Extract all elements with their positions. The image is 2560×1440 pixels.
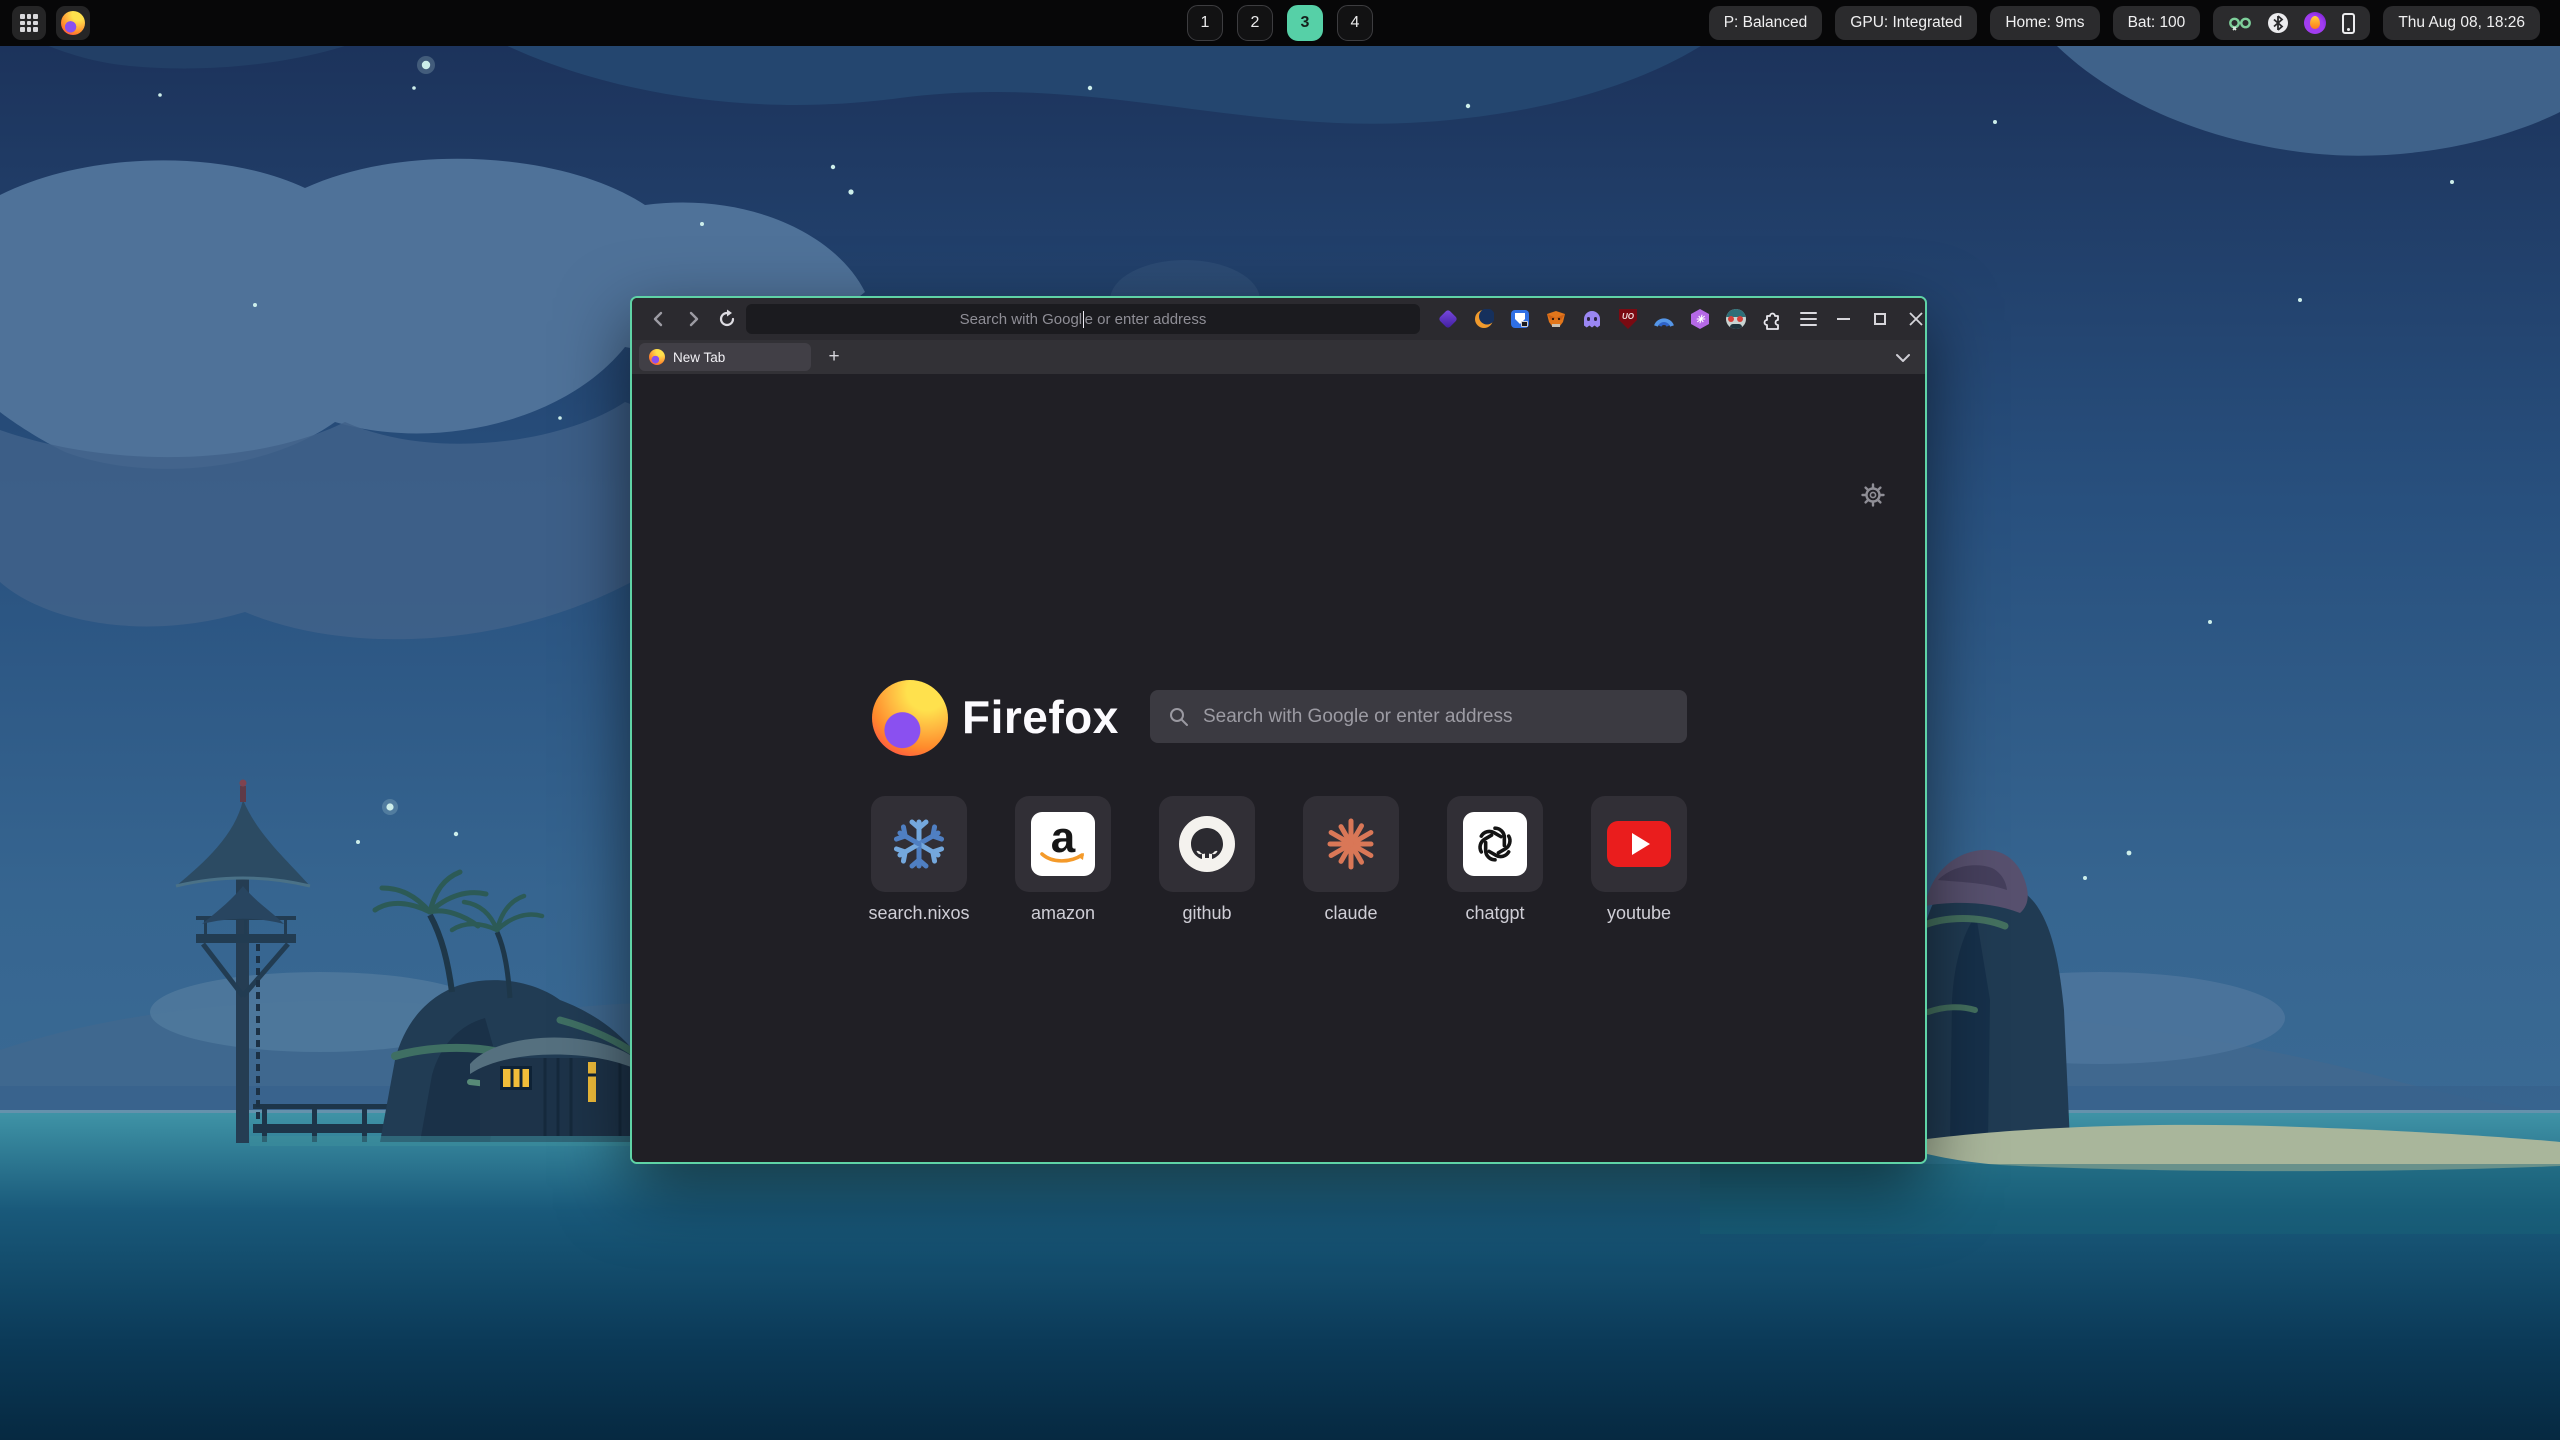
vpn-goggles-icon[interactable] <box>2228 14 2252 32</box>
firefox-launcher-button[interactable] <box>56 6 90 40</box>
firefox-window: Search with Google or enter address UO ✳ <box>630 296 1927 1164</box>
clock-chip[interactable]: Thu Aug 08, 18:26 <box>2383 6 2540 40</box>
chatgpt-icon <box>1463 812 1527 876</box>
window-controls <box>1830 298 1927 340</box>
extensions-puzzle-button[interactable] <box>1761 308 1783 330</box>
tab-favicon-firefox-icon <box>649 349 665 365</box>
vpn-arc-extension-icon[interactable] <box>1653 308 1675 330</box>
chatgpt-tile <box>1447 796 1543 892</box>
status-widgets: P: Balanced GPU: Integrated Home: 9ms Ba… <box>1709 6 2540 40</box>
amazon-smile-icon <box>1040 851 1086 867</box>
tab-title: New Tab <box>673 350 725 365</box>
shortcut-label: youtube <box>1567 903 1711 924</box>
shortcut-amazon[interactable]: a amazon <box>991 796 1135 924</box>
metamask-fox-extension-icon[interactable] <box>1545 308 1567 330</box>
search-placeholder: Search with Google or enter address <box>1203 706 1512 728</box>
tab-bar: New Tab + <box>632 340 1925 374</box>
shortcut-claude[interactable]: claude <box>1279 796 1423 924</box>
url-bar[interactable]: Search with Google or enter address <box>746 304 1420 334</box>
play-triangle-icon <box>1632 833 1650 855</box>
grid-icon <box>20 14 38 32</box>
close-button[interactable] <box>1902 306 1927 333</box>
workspace-4[interactable]: 4 <box>1337 5 1373 41</box>
ghostery-ghost-extension-icon[interactable] <box>1581 308 1603 330</box>
reload-button[interactable] <box>714 306 740 332</box>
newtab-hero: Firefox Search with Google or enter addr… <box>632 680 1925 760</box>
menu-hamburger-button[interactable] <box>1797 308 1819 330</box>
crescent-extension-icon[interactable] <box>1473 308 1495 330</box>
shortcut-chatgpt[interactable]: chatgpt <box>1423 796 1567 924</box>
shortcut-github[interactable]: github <box>1135 796 1279 924</box>
minimize-button[interactable] <box>1830 306 1857 333</box>
youtube-tile <box>1591 796 1687 892</box>
system-tray <box>2213 6 2370 40</box>
desktop: 1 2 3 4 P: Balanced GPU: Integrated Home… <box>0 0 2560 1440</box>
workspace-3-active[interactable]: 3 <box>1287 5 1323 41</box>
shortcut-label: chatgpt <box>1423 903 1567 924</box>
shortcut-label: search.nixos <box>847 903 991 924</box>
shortcut-youtube[interactable]: youtube <box>1567 796 1711 924</box>
search-icon <box>1168 706 1190 728</box>
forward-button[interactable] <box>680 306 706 332</box>
shortcut-search-nixos[interactable]: search.nixos <box>847 796 991 924</box>
firefox-logo <box>872 680 948 756</box>
urlbar-placeholder-right: e or enter address <box>1085 311 1207 328</box>
extension-toolbar: UO ✳ <box>1437 298 1819 340</box>
bitwarden-extension-icon[interactable] <box>1509 308 1531 330</box>
maximize-button[interactable] <box>1866 306 1893 333</box>
new-tab-page: Firefox Search with Google or enter addr… <box>632 374 1925 1162</box>
personalize-gear-button[interactable] <box>1860 482 1886 508</box>
workspace-switcher: 1 2 3 4 <box>1187 5 1373 41</box>
ublock-origin-extension-icon[interactable]: UO <box>1617 308 1639 330</box>
shortcut-label: amazon <box>991 903 1135 924</box>
battery-chip: Bat: 100 <box>2113 6 2201 40</box>
phone-icon[interactable] <box>2342 13 2355 34</box>
firefox-icon <box>61 11 85 35</box>
workspace-2[interactable]: 2 <box>1237 5 1273 41</box>
gpu-chip: GPU: Integrated <box>1835 6 1977 40</box>
tab-new-tab[interactable]: New Tab <box>639 343 811 371</box>
navigation-toolbar: Search with Google or enter address UO ✳ <box>632 298 1925 340</box>
nixos-snowflake-icon <box>887 812 951 876</box>
claude-starburst-icon <box>1319 812 1383 876</box>
amazon-icon: a <box>1031 812 1095 876</box>
claude-tile <box>1303 796 1399 892</box>
workspace-1[interactable]: 1 <box>1187 5 1223 41</box>
youtube-icon <box>1607 821 1671 867</box>
shortcut-label: claude <box>1279 903 1423 924</box>
firefox-wordmark: Firefox <box>962 690 1119 744</box>
power-profile-chip[interactable]: P: Balanced <box>1709 6 1823 40</box>
ping-chip: Home: 9ms <box>1990 6 2099 40</box>
back-button[interactable] <box>646 306 672 332</box>
bluetooth-icon[interactable] <box>2268 13 2288 33</box>
new-tab-button[interactable]: + <box>820 343 848 371</box>
diamond-extension-icon[interactable] <box>1437 308 1459 330</box>
hexagon-asterisk-extension-icon[interactable]: ✳ <box>1689 308 1711 330</box>
newtab-search-input[interactable]: Search with Google or enter address <box>1150 690 1687 743</box>
top-status-bar: 1 2 3 4 P: Balanced GPU: Integrated Home… <box>0 0 2560 46</box>
nixos-tile <box>871 796 967 892</box>
urlbar-placeholder-left: Search with Googl <box>960 311 1083 328</box>
amazon-tile: a <box>1015 796 1111 892</box>
app-launcher-button[interactable] <box>12 6 46 40</box>
shortcut-label: github <box>1135 903 1279 924</box>
github-octocat-icon <box>1175 812 1239 876</box>
firewall-flame-icon[interactable] <box>2304 12 2326 34</box>
spy-face-extension-icon[interactable] <box>1725 308 1747 330</box>
github-tile <box>1159 796 1255 892</box>
tab-list-chevron-button[interactable] <box>1891 346 1915 370</box>
openai-knot-icon <box>1472 821 1518 867</box>
